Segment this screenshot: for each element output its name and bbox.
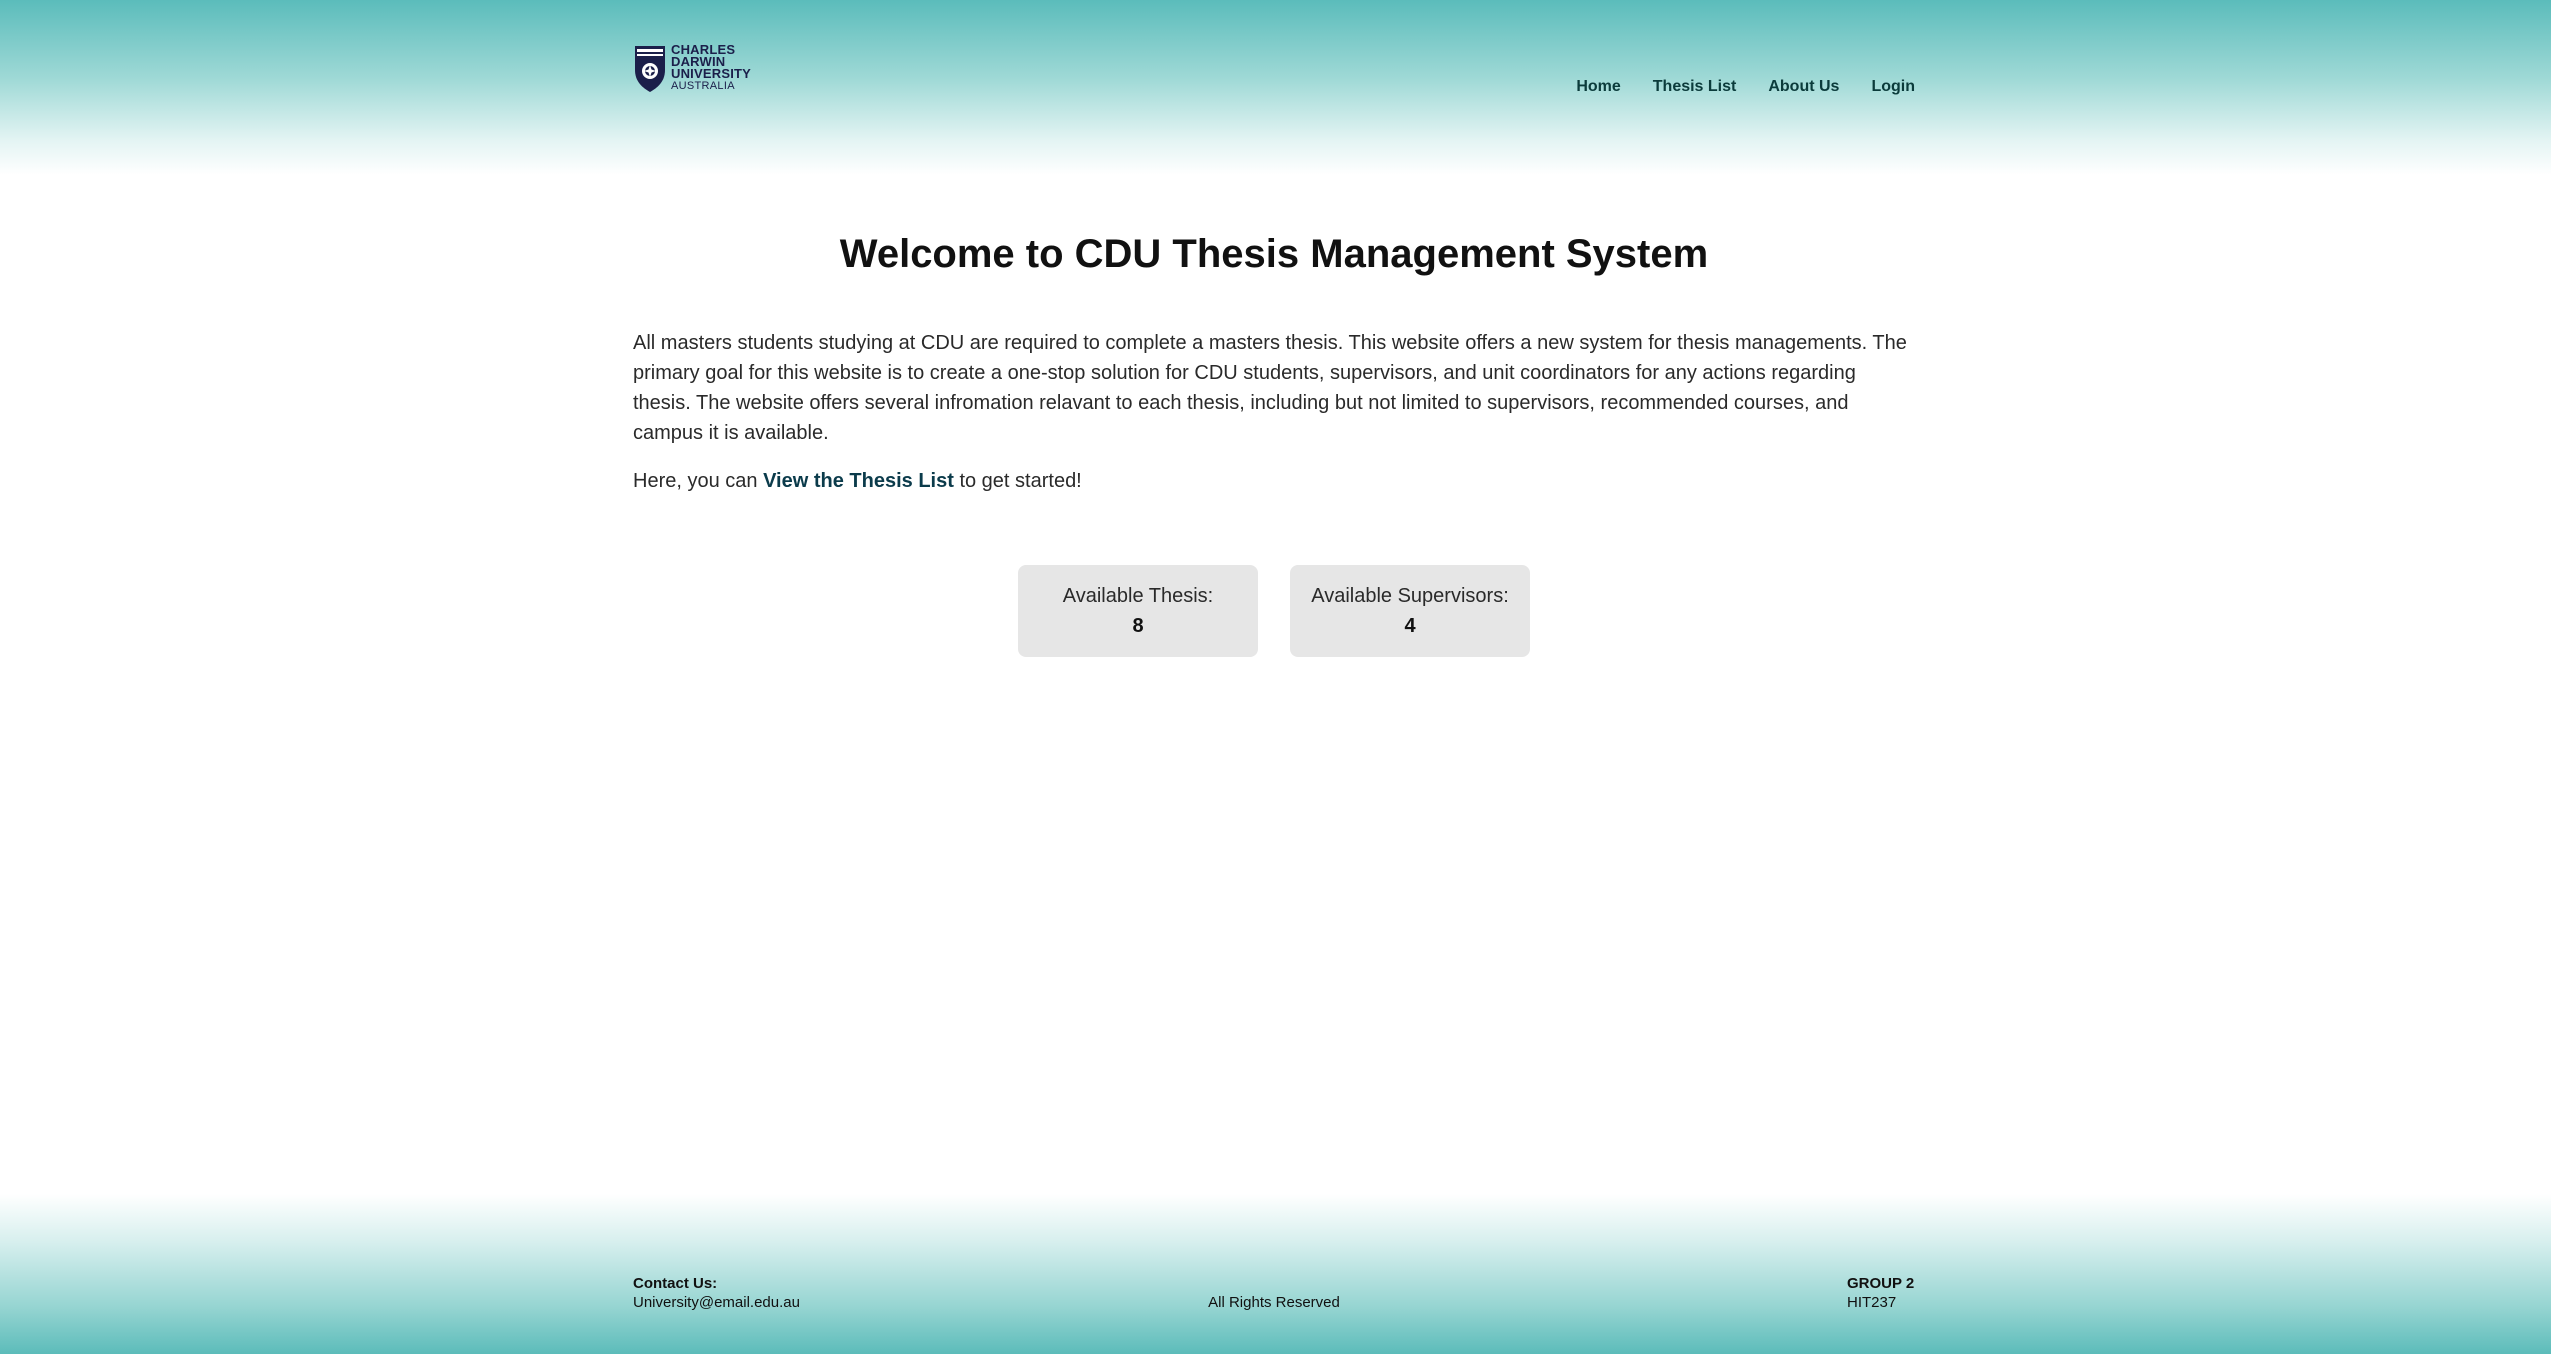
cta-prefix: Here, you can: [633, 470, 764, 492]
main-nav: Home Thesis List About Us Login: [1544, 76, 1915, 98]
cta-paragraph: Here, you can View the Thesis List to ge…: [633, 466, 1915, 496]
stat-value: 4: [1404, 615, 1416, 637]
stat-label: Available Thesis:: [1062, 585, 1214, 607]
cdu-logo[interactable]: CHARLES DARWIN UNIVERSITY AUSTRALIA: [633, 43, 773, 96]
stat-value: 8: [1132, 615, 1144, 637]
footer-inner: Contact Us: University@email.edu.au All …: [633, 1274, 1915, 1334]
available-supervisors-card: Available Supervisors: 4: [1290, 565, 1530, 657]
footer-rights: All Rights Reserved: [1208, 1294, 1340, 1311]
logo-wordmark: CHARLES DARWIN UNIVERSITY AUSTRALIA: [671, 43, 752, 92]
logo-line-4: AUSTRALIA: [671, 80, 735, 92]
header-inner: CHARLES DARWIN UNIVERSITY AUSTRALIA Home…: [633, 0, 1915, 175]
intro-paragraph: All masters students studying at CDU are…: [633, 332, 1907, 444]
site-header: CHARLES DARWIN UNIVERSITY AUSTRALIA Home…: [0, 0, 2551, 175]
group-name: GROUP 2: [1847, 1275, 1915, 1292]
page-title: Welcome to CDU Thesis Management System: [839, 232, 1709, 276]
main-content: Welcome to CDU Thesis Management System …: [633, 210, 1915, 657]
nav-about-us[interactable]: About Us: [1768, 76, 1839, 98]
logo-line-3: UNIVERSITY: [671, 66, 752, 81]
cta-suffix: to get started!: [953, 470, 1082, 492]
view-thesis-list-link[interactable]: View the Thesis List: [763, 470, 954, 492]
nav-thesis-list[interactable]: Thesis List: [1653, 76, 1737, 98]
university-crest-icon: [635, 46, 665, 92]
stat-label: Available Supervisors:: [1311, 585, 1509, 607]
contact-heading: Contact Us:: [633, 1275, 718, 1292]
unit-code: HIT237: [1847, 1294, 1897, 1311]
stats-cards: Available Thesis: 8 Available Supervisor…: [633, 565, 1915, 657]
site-footer: Contact Us: University@email.edu.au All …: [0, 1194, 2551, 1354]
footer-group: GROUP 2 HIT237: [1847, 1274, 1915, 1312]
nav-login[interactable]: Login: [1871, 76, 1915, 98]
nav-home[interactable]: Home: [1576, 76, 1620, 98]
available-thesis-card: Available Thesis: 8: [1018, 565, 1258, 657]
